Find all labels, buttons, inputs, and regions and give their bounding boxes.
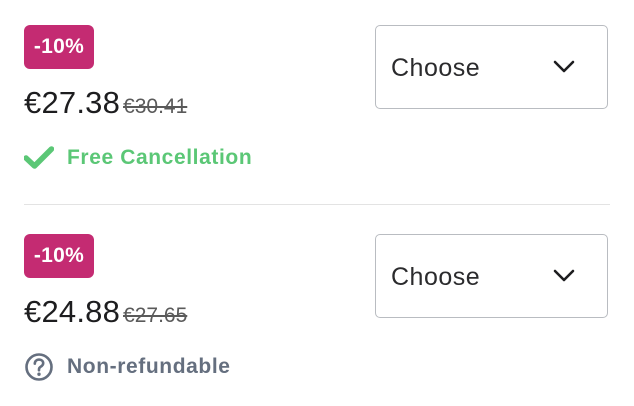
quantity-select[interactable]: Choose [375,234,608,318]
discount-badge: -10% [24,25,94,69]
original-price: €27.65 [123,304,188,327]
select-value: Choose [391,263,481,291]
policy-label: Non-refundable [67,355,231,378]
chevron-down-icon [553,60,575,73]
chevron-down-icon [553,269,575,282]
current-price: €27.38 [24,85,121,120]
question-circle-icon [24,352,54,382]
current-price: €24.88 [24,294,121,329]
checkmark-icon [24,143,54,173]
discount-badge: -10% [24,234,94,278]
price-row: €24.88 €27.65 [24,294,187,330]
original-price: €30.41 [123,95,188,118]
offer-divider [24,204,610,205]
cancellation-policy: Non-refundable [24,352,231,382]
cancellation-policy: Free Cancellation [24,143,252,173]
price-row: €27.38 €30.41 [24,85,187,121]
select-value: Choose [391,54,481,82]
policy-label: Free Cancellation [67,146,253,169]
quantity-select[interactable]: Choose [375,25,608,109]
offer-list: -10% €27.38 €30.41 Free Cancellation Cho… [0,0,634,406]
